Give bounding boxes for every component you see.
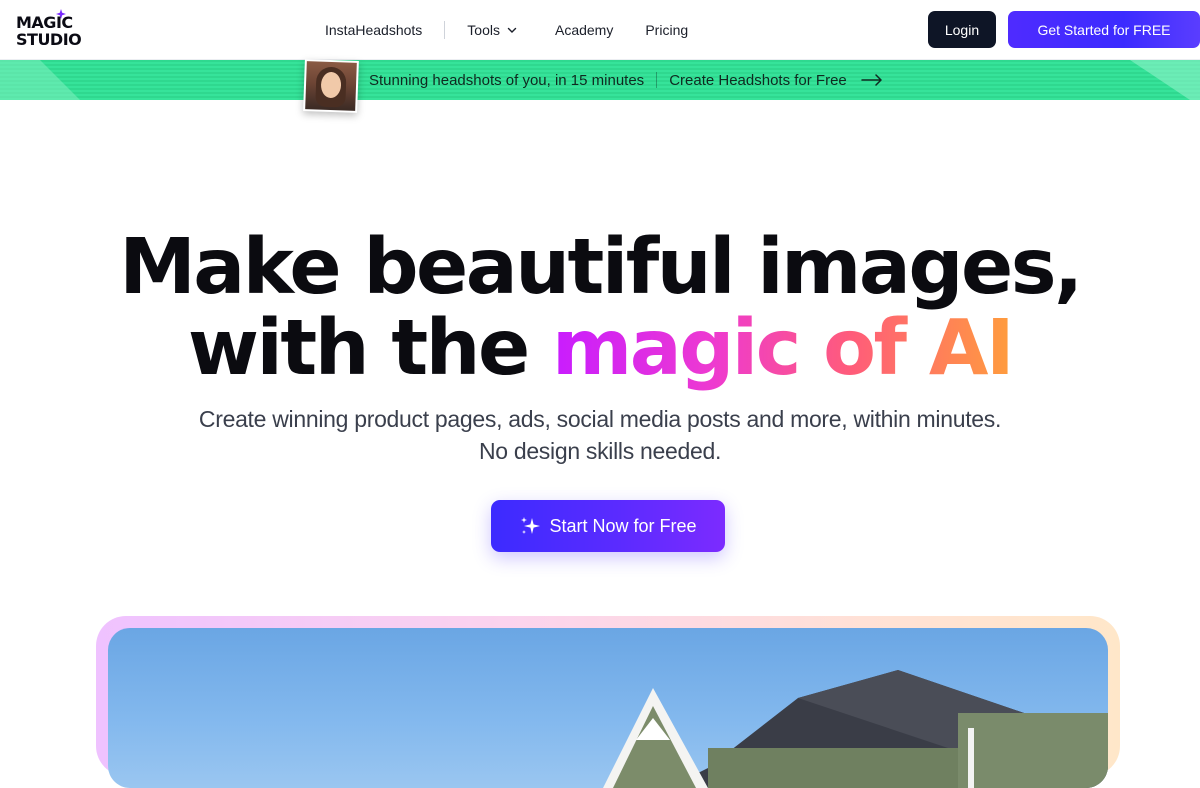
hero-title-line1: Make beautiful images,	[119, 223, 1083, 312]
nav-link-tools-label: Tools	[467, 22, 500, 38]
hero-title-plain: with the	[187, 304, 552, 393]
house-illustration	[603, 670, 1108, 788]
nav-link-instaheadshots[interactable]: InstaHeadshots	[325, 22, 422, 38]
chevron-down-icon	[507, 27, 517, 33]
nav-link-tools[interactable]: Tools	[467, 22, 517, 38]
nav-link-pricing[interactable]: Pricing	[645, 22, 688, 38]
hero-title-gradient: magic of AI	[552, 304, 1015, 393]
start-now-button[interactable]: Start Now for Free	[491, 500, 725, 552]
logo-text-line1: MAGIC	[16, 13, 73, 32]
login-button[interactable]: Login	[928, 11, 996, 48]
banner-decoration-right	[1130, 60, 1200, 100]
get-started-button[interactable]: Get Started for FREE	[1008, 11, 1200, 48]
hero-subtitle-line2: No design skills needed.	[478, 438, 722, 464]
promo-banner: Stunning headshots of you, in 15 minutes…	[0, 59, 1200, 113]
showcase-image	[108, 628, 1108, 788]
banner-decoration-left	[0, 60, 80, 100]
sparkle-icon	[521, 517, 541, 534]
logo-text-line2: STUDIO	[16, 30, 82, 49]
nav-divider	[444, 21, 446, 39]
magic-studio-logo[interactable]: MAGIC STUDIO	[16, 9, 82, 49]
showcase-frame	[96, 616, 1120, 788]
create-headshots-link[interactable]: Create Headshots for Free	[669, 72, 883, 89]
nav-links: InstaHeadshots Tools Academy Pricing	[325, 0, 688, 60]
banner-content: Stunning headshots of you, in 15 minutes…	[369, 60, 883, 100]
hero-subtitle-line1: Create winning product pages, ads, socia…	[198, 406, 1002, 432]
arrow-right-icon	[861, 74, 882, 86]
hero-title-line2: with the magic of AI	[0, 309, 1200, 389]
banner-text: Stunning headshots of you, in 15 minutes	[369, 71, 645, 89]
top-nav: MAGIC STUDIO InstaHeadshots Tools Academ…	[0, 0, 1200, 60]
create-headshots-label: Create Headshots for Free	[669, 71, 847, 89]
nav-link-academy[interactable]: Academy	[555, 22, 613, 38]
headshot-thumbnail	[303, 59, 359, 113]
start-now-label: Start Now for Free	[549, 515, 697, 536]
banner-divider	[656, 72, 658, 88]
